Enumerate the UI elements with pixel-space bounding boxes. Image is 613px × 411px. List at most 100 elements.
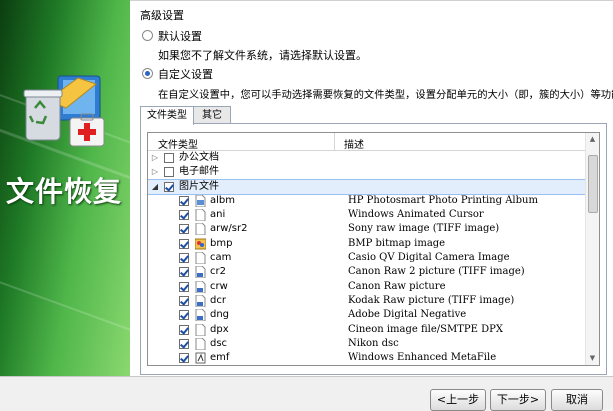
- item-desc: Windows Enhanced MetaFile: [348, 352, 497, 364]
- image-file-icon: [195, 294, 206, 308]
- file-icon: [195, 323, 206, 337]
- list-item[interactable]: emf Windows Enhanced MetaFile: [148, 351, 585, 365]
- list-item[interactable]: crw Canon Raw picture: [148, 280, 585, 294]
- item-desc: Windows Animated Cursor: [348, 209, 484, 221]
- expand-icon[interactable]: ▷: [151, 151, 159, 165]
- paint-file-icon: [194, 238, 207, 250]
- group-label: 电子邮件: [179, 166, 219, 178]
- scroll-thumb[interactable]: [588, 155, 598, 213]
- item-ext: dpx: [210, 323, 229, 335]
- list-rows: ▷ 办公文档 ▷ 电子邮件 ◢ 图片文件 albm HP Photosmart …: [148, 151, 586, 365]
- item-ext: dcr: [210, 294, 226, 306]
- vertical-scrollbar[interactable]: ▲ ▼: [585, 133, 599, 365]
- section-title: 高级设置: [140, 9, 184, 22]
- file-icon: [195, 194, 206, 208]
- group-row-images[interactable]: ◢ 图片文件: [148, 178, 586, 195]
- recycle-bin-medkit-icon: [18, 70, 108, 152]
- list-item[interactable]: dcr Kodak Raw picture (TIFF image): [148, 294, 585, 308]
- image-file-icon: [195, 308, 206, 322]
- file-icon: [195, 208, 206, 222]
- group-label: 办公文档: [179, 152, 219, 163]
- list-item[interactable]: arw/sr2 Sony raw image (TIFF image): [148, 222, 585, 236]
- tab-panel: 文件类型 描述 ▷ 办公文档 ▷ 电子邮件 ◢ 图片文件 albm HP Pho…: [140, 123, 607, 375]
- option-default-description: 如果您不了解文件系统，请选择默认设置。: [158, 49, 367, 62]
- column-header-desc[interactable]: 描述: [344, 136, 364, 151]
- list-item[interactable]: cam Casio QV Digital Camera Image: [148, 251, 585, 265]
- item-desc: Kodak Raw picture (TIFF image): [348, 294, 515, 306]
- app-title: 文件恢复: [6, 175, 123, 208]
- checkbox[interactable]: [179, 253, 189, 264]
- list-item[interactable]: bmp BMP bitmap image: [148, 237, 585, 251]
- item-desc: Sony raw image (TIFF image): [348, 223, 500, 235]
- checkbox[interactable]: [179, 267, 189, 278]
- scroll-down-icon[interactable]: ▼: [588, 354, 597, 363]
- checkbox[interactable]: [179, 224, 189, 235]
- footer-bar: <上一步 下一步> 取消: [0, 377, 613, 411]
- cancel-button[interactable]: 取消: [551, 389, 603, 411]
- item-ext: dsc: [210, 337, 228, 349]
- collapse-icon[interactable]: ◢: [151, 180, 159, 194]
- checkbox[interactable]: [179, 310, 189, 321]
- radio-custom-settings[interactable]: [142, 68, 153, 79]
- item-ext: ani: [210, 209, 226, 221]
- group-label: 图片文件: [179, 180, 219, 192]
- item-desc: Adobe Digital Negative: [348, 309, 467, 321]
- list-item[interactable]: dng Adobe Digital Negative: [148, 308, 585, 322]
- column-separator[interactable]: [334, 133, 335, 150]
- checkbox[interactable]: [164, 167, 174, 178]
- list-item[interactable]: albm HP Photosmart Photo Printing Album: [148, 194, 585, 208]
- radio-default-settings[interactable]: [142, 30, 153, 41]
- checkbox[interactable]: [164, 181, 174, 192]
- checkbox[interactable]: [179, 353, 189, 364]
- checkbox[interactable]: [179, 295, 189, 306]
- item-ext: albm: [210, 194, 235, 206]
- tab-other[interactable]: 其它: [193, 106, 231, 124]
- list-item[interactable]: dsc Nikon dsc: [148, 337, 585, 351]
- group-row-office[interactable]: ▷ 办公文档: [148, 151, 585, 165]
- list-header: 文件类型 描述: [148, 133, 585, 151]
- option-custom-label[interactable]: 自定义设置: [158, 66, 213, 82]
- file-icon: [195, 251, 206, 265]
- scroll-up-icon[interactable]: ▲: [588, 135, 597, 144]
- item-ext: cr2: [210, 266, 226, 278]
- list-item[interactable]: cr2 Canon Raw 2 picture (TIFF image): [148, 265, 585, 279]
- advanced-settings-panel: 高级设置 默认设置 如果您不了解文件系统，请选择默认设置。 自定义设置 在自定义…: [130, 0, 613, 376]
- file-type-list[interactable]: 文件类型 描述 ▷ 办公文档 ▷ 电子邮件 ◢ 图片文件 albm HP Pho…: [147, 132, 600, 366]
- tab-file-types[interactable]: 文件类型: [140, 106, 194, 125]
- item-desc: Canon Raw 2 picture (TIFF image): [348, 266, 525, 278]
- next-button[interactable]: 下一步>: [490, 389, 546, 411]
- item-ext: arw/sr2: [210, 223, 248, 235]
- item-desc: Casio QV Digital Camera Image: [348, 252, 510, 264]
- checkbox[interactable]: [179, 324, 189, 335]
- item-ext: crw: [210, 280, 228, 292]
- item-desc: Cineon image file/SMTPE DPX: [348, 323, 503, 335]
- expand-icon[interactable]: ▷: [151, 165, 159, 179]
- prev-button[interactable]: <上一步: [430, 389, 486, 411]
- paint-file-icon: [195, 352, 206, 364]
- checkbox[interactable]: [179, 338, 189, 349]
- checkbox[interactable]: [179, 195, 189, 206]
- checkbox[interactable]: [179, 281, 189, 292]
- item-desc: Canon Raw picture: [348, 280, 446, 292]
- image-file-icon: [195, 280, 206, 294]
- list-item[interactable]: ani Windows Animated Cursor: [148, 208, 585, 222]
- item-ext: emf: [210, 352, 230, 364]
- group-row-email[interactable]: ▷ 电子邮件: [148, 165, 585, 179]
- item-ext: dng: [210, 309, 230, 321]
- sidebar-banner: 文件恢复: [0, 0, 130, 376]
- item-ext: bmp: [210, 237, 233, 249]
- item-desc: HP Photosmart Photo Printing Album: [348, 194, 538, 206]
- option-default-label[interactable]: 默认设置: [158, 28, 202, 44]
- item-ext: cam: [210, 252, 232, 264]
- file-icon: [195, 337, 206, 351]
- checkbox[interactable]: [179, 238, 189, 249]
- image-file-icon: [195, 265, 206, 279]
- divider: [130, 0, 613, 1]
- checkbox[interactable]: [164, 153, 174, 163]
- list-item[interactable]: dpx Cineon image file/SMTPE DPX: [148, 323, 585, 337]
- column-header-type[interactable]: 文件类型: [158, 136, 198, 151]
- checkbox[interactable]: [179, 210, 189, 221]
- file-icon: [195, 222, 206, 236]
- item-desc: Nikon dsc: [348, 337, 399, 349]
- decor-streak: [0, 244, 130, 336]
